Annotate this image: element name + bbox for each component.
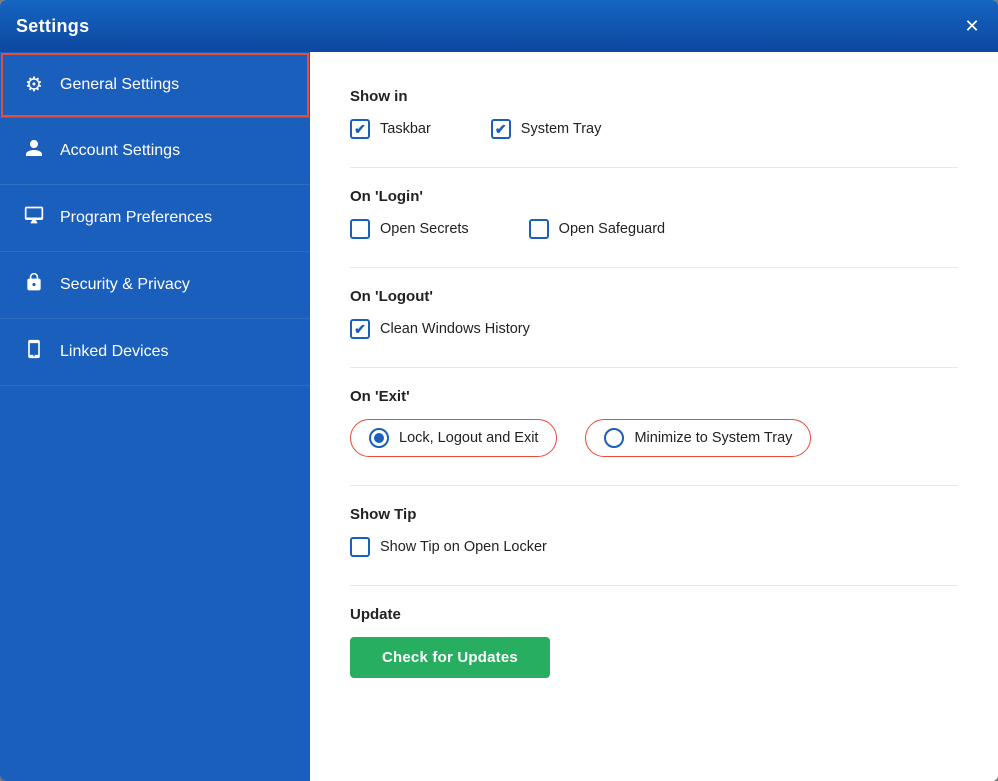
show-in-section: Show in ✔ Taskbar ✔ System Tray (350, 88, 958, 139)
on-exit-title: On 'Exit' (350, 388, 958, 405)
lock-icon (22, 272, 46, 298)
divider-1 (350, 167, 958, 168)
sidebar-item-linked-devices[interactable]: Linked Devices (0, 319, 310, 386)
on-logout-options: ✔ Clean Windows History (350, 319, 958, 339)
update-section: Update Check for Updates (350, 606, 958, 678)
clean-windows-history-checkbox[interactable]: ✔ (350, 319, 370, 339)
clean-windows-history-checkbox-item[interactable]: ✔ Clean Windows History (350, 319, 530, 339)
divider-4 (350, 485, 958, 486)
devices-icon (22, 339, 46, 365)
update-title: Update (350, 606, 958, 623)
system-tray-checkbox-item[interactable]: ✔ System Tray (491, 119, 602, 139)
lock-logout-exit-radio-item[interactable]: Lock, Logout and Exit (350, 419, 557, 457)
open-safeguard-checkbox-item[interactable]: Open Safeguard (529, 219, 665, 239)
open-safeguard-label: Open Safeguard (559, 221, 665, 237)
divider-5 (350, 585, 958, 586)
show-tip-open-locker-checkbox-item[interactable]: Show Tip on Open Locker (350, 537, 547, 557)
taskbar-checkbox-item[interactable]: ✔ Taskbar (350, 119, 431, 139)
on-login-options: Open Secrets Open Safeguard (350, 219, 958, 239)
system-tray-checkbox[interactable]: ✔ (491, 119, 511, 139)
lock-logout-exit-radio[interactable] (369, 428, 389, 448)
sidebar-item-label: Account Settings (60, 142, 180, 160)
system-tray-checkmark: ✔ (495, 121, 507, 138)
sidebar-item-label: Security & Privacy (60, 276, 190, 294)
lock-logout-exit-label: Lock, Logout and Exit (399, 430, 538, 446)
clean-windows-history-label: Clean Windows History (380, 321, 530, 337)
on-logout-section: On 'Logout' ✔ Clean Windows History (350, 288, 958, 339)
window-title: Settings (16, 16, 89, 37)
minimize-system-tray-radio-item[interactable]: Minimize to System Tray (585, 419, 811, 457)
taskbar-checkmark: ✔ (354, 121, 366, 138)
system-tray-label: System Tray (521, 121, 602, 137)
show-in-options: ✔ Taskbar ✔ System Tray (350, 119, 958, 139)
titlebar: Settings ✕ (0, 0, 998, 52)
open-safeguard-checkbox[interactable] (529, 219, 549, 239)
divider-2 (350, 267, 958, 268)
close-button[interactable]: ✕ (960, 14, 984, 38)
minimize-system-tray-label: Minimize to System Tray (634, 430, 792, 446)
minimize-system-tray-radio[interactable] (604, 428, 624, 448)
taskbar-label: Taskbar (380, 121, 431, 137)
open-secrets-label: Open Secrets (380, 221, 469, 237)
show-tip-open-locker-label: Show Tip on Open Locker (380, 539, 547, 555)
open-secrets-checkbox-item[interactable]: Open Secrets (350, 219, 469, 239)
sidebar-item-label: Program Preferences (60, 209, 212, 227)
on-login-title: On 'Login' (350, 188, 958, 205)
sidebar-item-general-settings[interactable]: ⚙ General Settings (0, 52, 310, 118)
settings-window: Settings ✕ ⚙ General Settings Account Se… (0, 0, 998, 781)
sidebar-item-label: General Settings (60, 76, 179, 94)
show-in-title: Show in (350, 88, 958, 105)
show-tip-open-locker-checkbox[interactable] (350, 537, 370, 557)
check-for-updates-button[interactable]: Check for Updates (350, 637, 550, 678)
sidebar-item-account-settings[interactable]: Account Settings (0, 118, 310, 185)
user-icon (22, 138, 46, 164)
open-secrets-checkbox[interactable] (350, 219, 370, 239)
monitor-icon (22, 205, 46, 231)
on-logout-title: On 'Logout' (350, 288, 958, 305)
sidebar-item-program-preferences[interactable]: Program Preferences (0, 185, 310, 252)
clean-windows-history-checkmark: ✔ (354, 321, 366, 338)
on-exit-options: Lock, Logout and Exit Minimize to System… (350, 419, 958, 457)
sidebar-item-label: Linked Devices (60, 343, 169, 361)
on-exit-section: On 'Exit' Lock, Logout and Exit Minimize… (350, 388, 958, 457)
taskbar-checkbox[interactable]: ✔ (350, 119, 370, 139)
show-tip-title: Show Tip (350, 506, 958, 523)
content-area: ⚙ General Settings Account Settings Prog… (0, 52, 998, 781)
main-content: Show in ✔ Taskbar ✔ System Tray (310, 52, 998, 781)
lock-logout-exit-radio-fill (374, 433, 384, 443)
show-tip-options: Show Tip on Open Locker (350, 537, 958, 557)
show-tip-section: Show Tip Show Tip on Open Locker (350, 506, 958, 557)
sidebar-item-security-privacy[interactable]: Security & Privacy (0, 252, 310, 319)
divider-3 (350, 367, 958, 368)
gear-icon: ⚙ (22, 72, 46, 97)
sidebar: ⚙ General Settings Account Settings Prog… (0, 52, 310, 781)
on-login-section: On 'Login' Open Secrets Open Safeguard (350, 188, 958, 239)
